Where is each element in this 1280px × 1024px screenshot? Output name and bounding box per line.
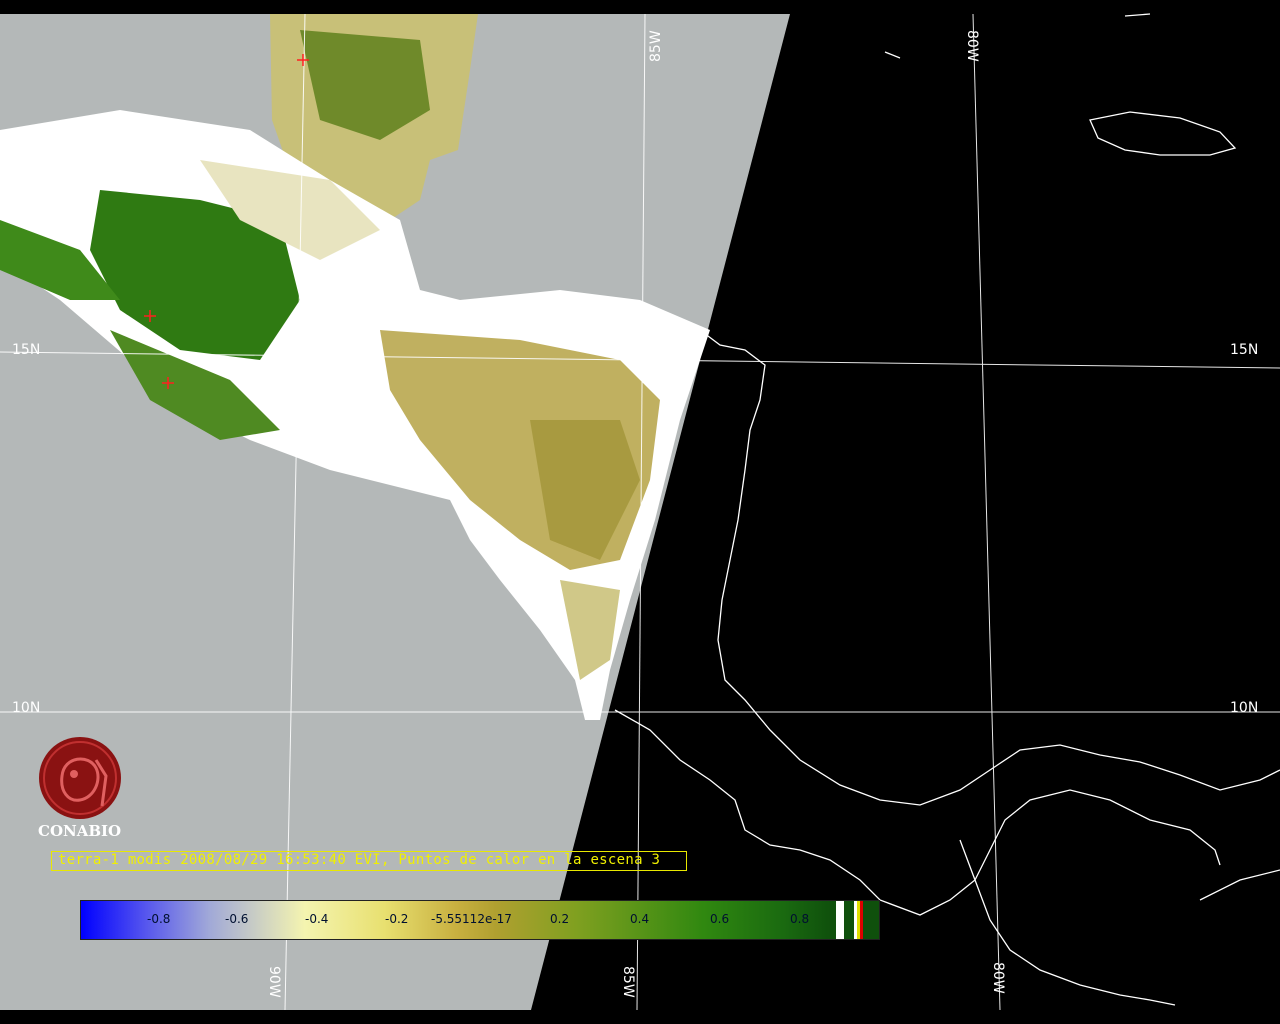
lon-label-top-80w: 80W — [964, 30, 980, 62]
colorbar-cloud-stripe — [836, 901, 844, 939]
colorbar-label: 0.8 — [790, 912, 810, 926]
lon-label-bottom-90w: 90W — [266, 966, 282, 998]
colorbar-label: -0.6 — [225, 912, 249, 926]
caption-text: terra-1 modis 2008/08/29 16:53:40 EVI, P… — [58, 852, 661, 868]
lat-label-left-15n: 15N — [12, 342, 40, 358]
colorbar-label: -0.2 — [385, 912, 409, 926]
colorbar-label: 0.2 — [550, 912, 570, 926]
colorbar-label: -0.4 — [305, 912, 329, 926]
colorbar-label: 0.6 — [710, 912, 730, 926]
lon-label-bottom-85w: 85W — [620, 966, 636, 998]
colorbar-gap-stripe — [844, 901, 854, 939]
evi-colorbar: -0.8 -0.6 -0.4 -0.2 -5.55112e-17 0.2 0.4… — [80, 900, 880, 940]
conabio-logo-text: CONABIO — [38, 822, 122, 840]
lat-label-left-10n: 10N — [12, 700, 40, 716]
lat-label-right-10n: 10N — [1230, 700, 1258, 716]
lon-label-top-85w: 85W — [648, 30, 664, 62]
colorbar-label: 0.4 — [630, 912, 650, 926]
colorbar-label: -0.8 — [147, 912, 171, 926]
colorbar-red-stripe — [860, 901, 863, 939]
colorbar-label: -5.55112e-17 — [431, 912, 512, 926]
lon-label-bottom-80w: 80W — [990, 962, 1006, 994]
lat-label-right-15n: 15N — [1230, 342, 1258, 358]
